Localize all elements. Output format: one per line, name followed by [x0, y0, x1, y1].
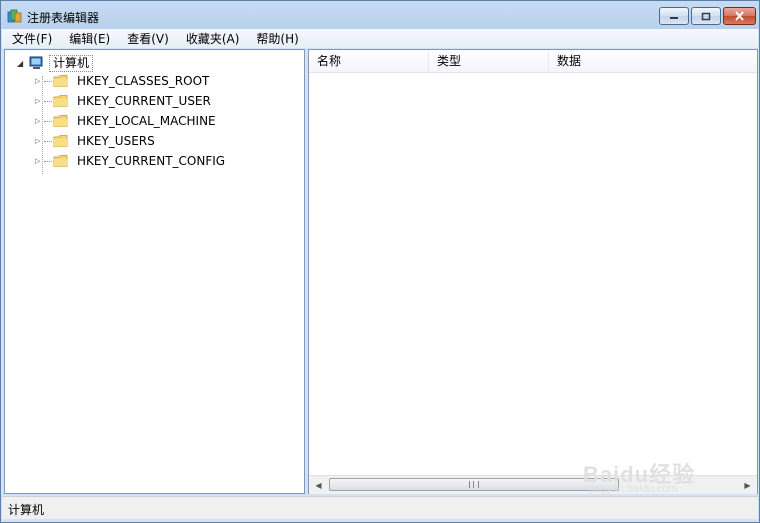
column-header-data[interactable]: 数据	[549, 50, 757, 72]
tree-item-hkcu[interactable]: ▷ HKEY_CURRENT_USER	[35, 92, 211, 110]
tree-item-label: HKEY_CLASSES_ROOT	[77, 73, 210, 88]
folder-icon	[53, 135, 68, 147]
status-path: 计算机	[8, 503, 45, 517]
folder-icon	[53, 155, 68, 167]
tree-root-computer[interactable]: ◢ 计算机	[17, 54, 94, 72]
scroll-right-icon[interactable]: ▶	[739, 476, 756, 494]
tree-root-label: 计算机	[49, 54, 94, 72]
computer-icon	[29, 56, 43, 69]
expand-arrow-icon[interactable]: ▷	[35, 157, 43, 165]
tree-connector	[44, 140, 52, 142]
tree-connector	[44, 120, 52, 122]
tree-connector	[44, 80, 52, 82]
minimize-icon	[670, 17, 678, 19]
tree-item-hku[interactable]: ▷ HKEY_USERS	[35, 132, 155, 150]
expand-arrow-icon[interactable]: ▷	[35, 77, 43, 85]
menu-file[interactable]: 文件(F)	[2, 30, 59, 47]
folder-icon	[53, 75, 68, 87]
tree-item-label: HKEY_CURRENT_CONFIG	[77, 153, 226, 168]
tree-connector	[44, 100, 52, 102]
tree-item-label: HKEY_USERS	[77, 133, 155, 148]
column-header-name[interactable]: 名称	[309, 50, 429, 72]
values-pane[interactable]: 名称 类型 数据 ◀ ▶	[308, 49, 758, 494]
column-header-type[interactable]: 类型	[429, 50, 549, 72]
expand-arrow-icon[interactable]: ▷	[35, 97, 43, 105]
tree-item-label: HKEY_CURRENT_USER	[77, 93, 211, 108]
menu-favorites[interactable]: 收藏夹(A)	[176, 30, 247, 47]
maximize-button[interactable]	[691, 7, 721, 25]
minimize-button[interactable]	[659, 7, 689, 25]
baidu-watermark: Baidu经验 jingyan.baidu.com	[583, 457, 695, 495]
window-title: 注册表编辑器	[27, 11, 100, 25]
registry-editor-window: 注册表编辑器 文件(F) 编辑(E) 查看(V) 收藏夹(A) 帮助(H) ◢ …	[0, 0, 760, 523]
column-header-row: 名称 类型 数据	[309, 50, 757, 73]
scroll-left-icon[interactable]: ◀	[310, 476, 327, 494]
menu-view[interactable]: 查看(V)	[117, 30, 176, 47]
grip-icon	[469, 481, 479, 488]
maximize-icon	[701, 12, 711, 20]
tree-connector	[44, 160, 52, 162]
watermark-url: jingyan.baidu.com	[589, 483, 678, 495]
tree-item-hkcc[interactable]: ▷ HKEY_CURRENT_CONFIG	[35, 152, 225, 170]
status-bar: 计算机	[2, 496, 758, 519]
expand-arrow-icon[interactable]: ▷	[35, 117, 43, 125]
scrollbar-thumb[interactable]	[329, 478, 619, 491]
tree-item-label: HKEY_LOCAL_MACHINE	[77, 113, 216, 128]
title-bar[interactable]: 注册表编辑器	[1, 1, 759, 29]
registry-editor-icon	[7, 9, 22, 23]
folder-icon	[53, 115, 68, 127]
menu-help[interactable]: 帮助(H)	[246, 30, 305, 47]
expand-arrow-icon[interactable]: ▷	[35, 137, 43, 145]
menu-bar: 文件(F) 编辑(E) 查看(V) 收藏夹(A) 帮助(H)	[2, 29, 758, 48]
menu-edit[interactable]: 编辑(E)	[59, 30, 117, 47]
tree-pane[interactable]: ◢ 计算机 ▷ HKEY_CLASSES_ROOT ▷ HKEY_CURRENT…	[4, 49, 305, 494]
collapse-arrow-icon[interactable]: ◢	[17, 59, 27, 68]
close-icon	[735, 11, 744, 21]
tree-item-hklm[interactable]: ▷ HKEY_LOCAL_MACHINE	[35, 112, 216, 130]
tree-item-hkcr[interactable]: ▷ HKEY_CLASSES_ROOT	[35, 72, 209, 90]
close-button[interactable]	[723, 7, 756, 25]
folder-icon	[53, 95, 68, 107]
